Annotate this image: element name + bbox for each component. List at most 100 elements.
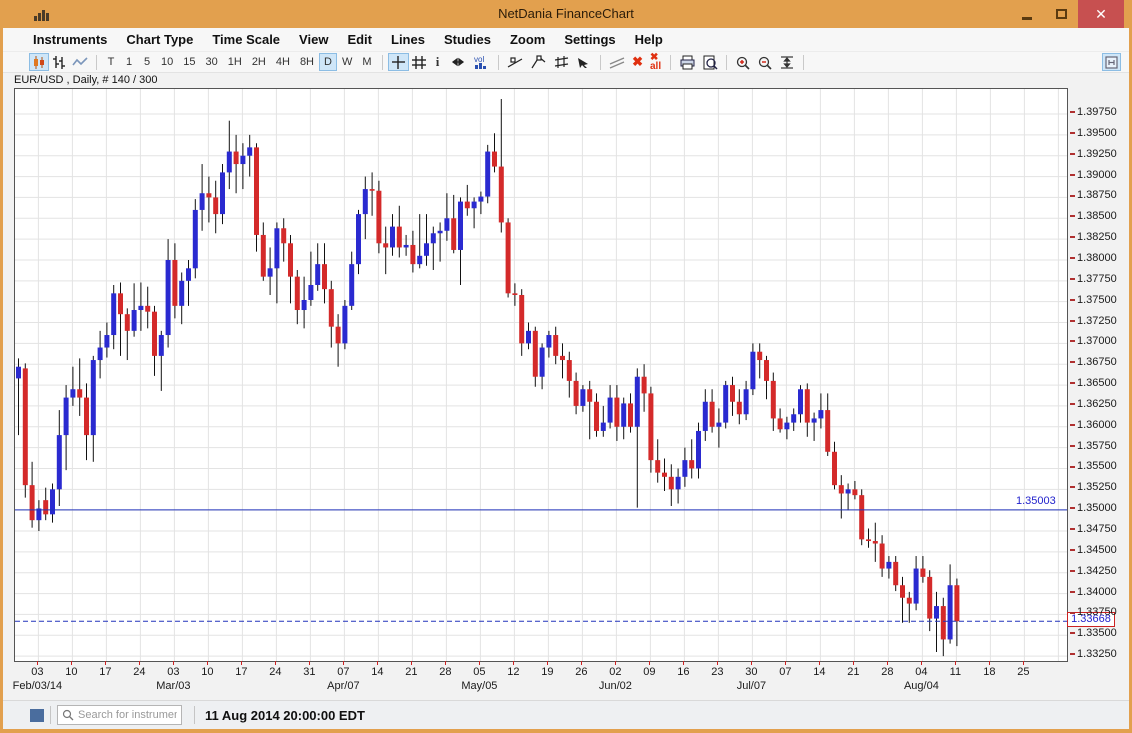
interval-1-button[interactable]: 1 — [120, 53, 138, 71]
search-input[interactable] — [57, 705, 182, 725]
candle-up — [540, 348, 545, 377]
candle-down — [234, 152, 239, 165]
menu-time-scale[interactable]: Time Scale — [212, 32, 280, 47]
date-tick-label: 25 — [1017, 666, 1029, 678]
interval-30-button[interactable]: 30 — [201, 53, 223, 71]
date-tick-label: 18 — [983, 666, 995, 678]
bar-chart-button[interactable] — [49, 53, 69, 71]
maximize-button[interactable] — [1044, 0, 1078, 28]
candle-up — [914, 569, 919, 604]
interval-weekly-button[interactable]: W — [337, 53, 357, 71]
candle-up — [315, 264, 320, 285]
horizontal-scroll-button[interactable] — [447, 53, 469, 71]
interval-8h-button[interactable]: 8H — [295, 53, 319, 71]
angle-lines-button[interactable] — [606, 53, 629, 71]
maximize-icon — [1056, 9, 1067, 19]
price-tick-mark — [1070, 153, 1075, 155]
interval-daily-button[interactable]: D — [319, 53, 337, 71]
date-tick-label: 17 — [235, 666, 247, 678]
candle-down — [397, 227, 402, 248]
candle-down — [23, 368, 28, 485]
month-label: May/05 — [461, 680, 497, 692]
candle-down — [410, 245, 415, 264]
crosshair-button[interactable] — [388, 53, 409, 71]
candle-down — [900, 585, 905, 598]
menu-instruments[interactable]: Instruments — [33, 32, 107, 47]
date-tick-mark — [207, 661, 208, 665]
arrow-button[interactable] — [573, 53, 595, 71]
dock-panel-button[interactable] — [1102, 53, 1121, 71]
price-axis[interactable]: 1.397501.395001.392501.390001.387501.385… — [1068, 73, 1129, 700]
interval-5-button[interactable]: 5 — [138, 53, 156, 71]
print-preview-button[interactable] — [699, 53, 721, 71]
date-tick-label: 16 — [677, 666, 689, 678]
price-tick-label: 1.37750 — [1070, 273, 1117, 285]
semi-trend-line-button[interactable] — [527, 53, 550, 71]
date-tick-label: 17 — [99, 666, 111, 678]
interval-15-button[interactable]: 15 — [178, 53, 200, 71]
search-icon — [61, 708, 75, 722]
date-tick-mark — [479, 661, 480, 665]
menu-studies[interactable]: Studies — [444, 32, 491, 47]
menu-zoom[interactable]: Zoom — [510, 32, 545, 47]
menu-edit[interactable]: Edit — [347, 32, 372, 47]
menu-view[interactable]: View — [299, 32, 328, 47]
zoom-out-button[interactable] — [754, 53, 776, 71]
candle-up — [458, 202, 463, 250]
date-tick-mark — [887, 661, 888, 665]
grid-button[interactable] — [409, 53, 429, 71]
candle-down — [614, 398, 619, 427]
minimize-button[interactable] — [1010, 0, 1044, 28]
candle-up — [750, 352, 755, 390]
zoom-out-icon — [757, 55, 773, 70]
svg-text:vol: vol — [474, 55, 484, 64]
interval-1h-button[interactable]: 1H — [223, 53, 247, 71]
interval-monthly-button[interactable]: M — [357, 53, 376, 71]
date-tick-mark — [853, 661, 854, 665]
interval-10-button[interactable]: 10 — [156, 53, 178, 71]
candle-down — [907, 598, 912, 604]
candle-down — [764, 360, 769, 381]
print-button[interactable] — [676, 53, 699, 71]
candle-down — [560, 356, 565, 360]
menu-help[interactable]: Help — [635, 32, 663, 47]
interval-4h-button[interactable]: 4H — [271, 53, 295, 71]
close-button[interactable]: ✕ — [1078, 0, 1124, 28]
grid-icon — [412, 55, 426, 70]
date-tick-label: 12 — [507, 666, 519, 678]
interval-tick-button[interactable]: T — [102, 53, 120, 71]
line-chart-button[interactable] — [69, 53, 91, 71]
time-axis[interactable]: 0310172403101724310714212805121926020916… — [3, 660, 1068, 700]
volume-button[interactable]: vol — [469, 53, 493, 71]
zoom-in-button[interactable] — [732, 53, 754, 71]
print-icon — [679, 55, 696, 70]
candle-up — [791, 414, 796, 422]
candle-down — [172, 260, 177, 306]
interval-2h-button[interactable]: 2H — [247, 53, 271, 71]
candle-up — [682, 460, 687, 477]
date-tick-mark — [717, 661, 718, 665]
trend-line-button[interactable] — [504, 53, 527, 71]
horizontal-line-label[interactable]: 1.35003 — [1016, 495, 1056, 507]
candlestick-chart-button[interactable] — [29, 53, 49, 71]
parallel-hash-line-button[interactable] — [550, 53, 573, 71]
title-bar[interactable]: NetDania FinanceChart ✕ — [0, 0, 1132, 28]
menu-lines[interactable]: Lines — [391, 32, 425, 47]
candle-up — [934, 606, 939, 619]
status-square-icon[interactable] — [30, 709, 44, 722]
date-tick-mark — [105, 661, 106, 665]
price-tick-mark — [1070, 257, 1075, 259]
candlestick-plot[interactable] — [15, 89, 1067, 661]
info-button[interactable]: i — [429, 53, 447, 71]
menu-settings[interactable]: Settings — [564, 32, 615, 47]
delete-all-button[interactable]: ✖all — [647, 53, 665, 71]
price-chart[interactable] — [14, 88, 1068, 662]
candle-down — [757, 352, 762, 360]
fit-vertical-button[interactable] — [776, 53, 798, 71]
candle-down — [77, 389, 82, 397]
candlestick-chart-icon — [32, 55, 46, 70]
date-tick-mark — [785, 661, 786, 665]
delete-button[interactable]: ✖ — [629, 53, 647, 71]
date-tick-mark — [377, 661, 378, 665]
menu-chart-type[interactable]: Chart Type — [126, 32, 193, 47]
